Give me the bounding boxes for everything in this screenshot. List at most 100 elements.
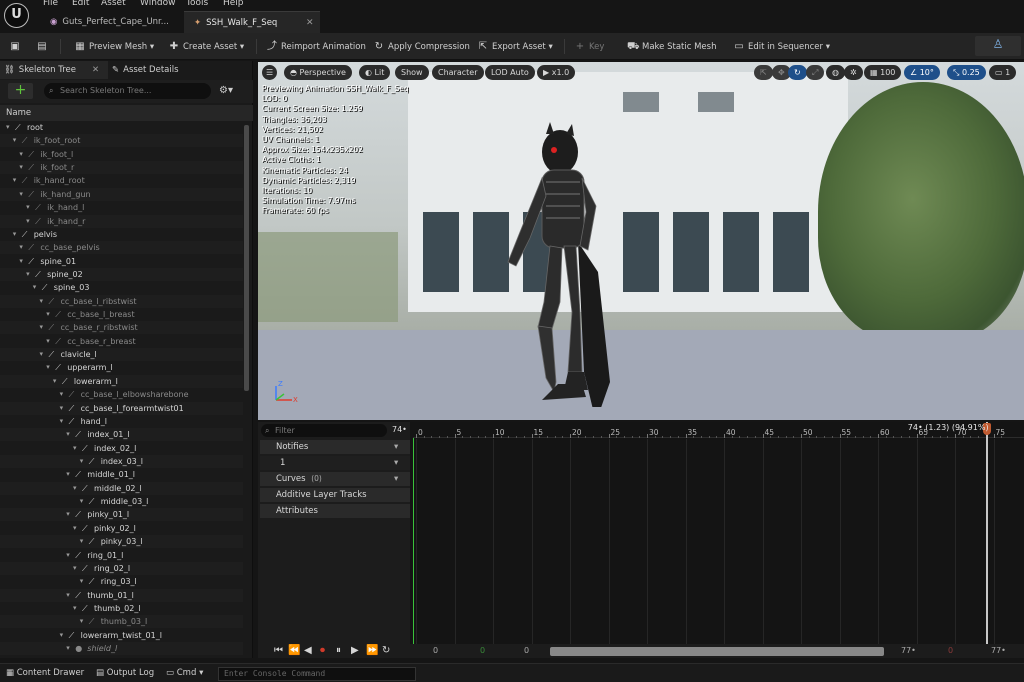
- tab-cape-mesh[interactable]: ◉ Guts_Perfect_Cape_Unr...: [40, 11, 180, 33]
- expand-arrow-icon[interactable]: ▾: [13, 228, 17, 241]
- menu-window[interactable]: Window: [140, 0, 176, 8]
- expand-arrow-icon[interactable]: ▾: [73, 522, 77, 535]
- expand-arrow-icon[interactable]: ▾: [6, 121, 10, 134]
- apply-compression-button[interactable]: ↻ Apply Compression: [373, 38, 470, 55]
- expand-arrow-icon[interactable]: ▾: [73, 482, 77, 495]
- playback-speed-button[interactable]: ▶ x1.0: [537, 65, 576, 80]
- bone-row[interactable]: ▾ ⟋ thumb_02_l: [0, 602, 243, 615]
- playback-end-field[interactable]: 0: [948, 646, 953, 655]
- expand-arrow-icon[interactable]: ▾: [80, 495, 84, 508]
- expand-arrow-icon[interactable]: ▾: [66, 549, 70, 562]
- reimport-animation-button[interactable]: ⤴ Reimport Animation: [266, 38, 366, 55]
- curves-track[interactable]: Curves (0) ▾: [260, 472, 410, 486]
- surface-snap-button[interactable]: ✲: [844, 65, 863, 80]
- expand-arrow-icon[interactable]: ▾: [80, 575, 84, 588]
- bone-row[interactable]: ▾ ⟋ cc_base_l_ribstwist: [0, 294, 243, 308]
- bone-row[interactable]: ▾ ⟋ index_02_l: [0, 442, 243, 455]
- expand-arrow-icon[interactable]: ▾: [73, 602, 77, 615]
- expand-arrow-icon[interactable]: ▾: [60, 629, 64, 642]
- settings-gear-icon[interactable]: ⚙▾: [219, 85, 233, 96]
- expand-arrow-icon[interactable]: ▾: [66, 508, 70, 521]
- close-icon[interactable]: ✕: [306, 12, 314, 34]
- lit-button[interactable]: ◐ Lit: [359, 65, 391, 80]
- browse-button[interactable]: ▤: [36, 38, 51, 55]
- range-scrollbar[interactable]: [550, 647, 884, 656]
- bone-row[interactable]: ▾ ⟋ cc_base_l_breast: [0, 308, 243, 321]
- expand-arrow-icon[interactable]: ▾: [19, 188, 23, 201]
- menu-edit[interactable]: Edit: [72, 0, 89, 8]
- expand-arrow-icon[interactable]: ▾: [40, 348, 44, 361]
- bone-row[interactable]: ▾ ⟋ ring_01_l: [0, 549, 243, 562]
- expand-arrow-icon[interactable]: ▾: [19, 255, 23, 268]
- expand-arrow-icon[interactable]: ▾: [46, 335, 50, 348]
- bone-row[interactable]: ▾ ⟋ cc_base_r_breast: [0, 335, 243, 348]
- scale-mode-button[interactable]: ⤢: [806, 65, 825, 80]
- expand-arrow-icon[interactable]: ▾: [33, 281, 37, 294]
- expand-arrow-icon[interactable]: ▾: [80, 615, 84, 628]
- rotate-mode-button[interactable]: ↻: [788, 65, 807, 80]
- skeleton-search-input[interactable]: ⌕ Search Skeleton Tree...: [44, 83, 211, 99]
- playback-start-field[interactable]: 0: [480, 646, 485, 655]
- expand-arrow-icon[interactable]: ▾: [13, 134, 17, 147]
- console-input[interactable]: Enter Console Command: [218, 667, 416, 681]
- expand-arrow-icon[interactable]: ▾: [66, 642, 70, 655]
- expand-arrow-icon[interactable]: ▾: [66, 468, 70, 481]
- expand-arrow-icon[interactable]: ▾: [40, 295, 44, 308]
- edit-in-sequencer-button[interactable]: ▭ Edit in Sequencer ▾: [733, 38, 830, 55]
- expand-arrow-icon[interactable]: ▾: [73, 562, 77, 575]
- rotation-snap-button[interactable]: ∠ 10°: [904, 65, 940, 80]
- bone-row[interactable]: ▾ ⟋ middle_01_l: [0, 468, 243, 481]
- character-button[interactable]: Character: [432, 65, 484, 80]
- export-asset-button[interactable]: ⇱ Export Asset ▾: [477, 38, 553, 55]
- close-icon[interactable]: ✕: [92, 61, 99, 79]
- view-start-field[interactable]: 0: [524, 646, 529, 655]
- expand-arrow-icon[interactable]: ▾: [40, 321, 44, 334]
- select-mode-button[interactable]: ⇱: [754, 65, 773, 80]
- bone-row[interactable]: ▾ ⟋ middle_02_l: [0, 481, 243, 495]
- bone-row[interactable]: ▾ ⟋ ik_hand_r: [0, 214, 243, 228]
- bone-row[interactable]: ▾ ⟋ pinky_03_l: [0, 535, 243, 549]
- notify-track-1[interactable]: 1 ▾: [260, 456, 410, 470]
- bone-row[interactable]: ▾ ⟋ root: [0, 121, 243, 134]
- track-filter-input[interactable]: ⌕ Filter: [261, 424, 387, 437]
- bone-row[interactable]: ▾ ⟋ spine_02: [0, 267, 243, 281]
- step-forward-icon[interactable]: ⏩: [366, 645, 378, 656]
- menu-tools[interactable]: Tools: [186, 0, 208, 8]
- preview-mesh-button[interactable]: ▦ Preview Mesh ▾: [74, 38, 154, 55]
- range-end-field[interactable]: 77•: [991, 646, 1006, 655]
- additive-layer-tracks[interactable]: Additive Layer Tracks: [260, 488, 410, 502]
- bone-row[interactable]: ▾ ⟋ thumb_01_l: [0, 588, 243, 602]
- menu-file[interactable]: File: [43, 0, 58, 8]
- show-button[interactable]: Show: [395, 65, 429, 80]
- world-local-button[interactable]: ◍: [826, 65, 845, 80]
- content-drawer-button[interactable]: ▦ Content Drawer: [6, 668, 84, 678]
- dropdown-arrow-icon[interactable]: ▾: [394, 472, 398, 486]
- cmd-button[interactable]: ▭ Cmd ▾: [166, 668, 203, 678]
- menu-help[interactable]: Help: [223, 0, 244, 8]
- expand-arrow-icon[interactable]: ▾: [19, 148, 23, 161]
- range-start-field[interactable]: 0: [433, 646, 438, 655]
- camera-speed-button[interactable]: ▭ 1: [989, 65, 1017, 80]
- expand-arrow-icon[interactable]: ▾: [80, 455, 84, 468]
- skip-to-start-icon[interactable]: ⏮: [274, 645, 283, 656]
- bone-row[interactable]: ▾ ⟋ ring_02_l: [0, 561, 243, 575]
- expand-arrow-icon[interactable]: ▾: [26, 268, 30, 281]
- add-socket-button[interactable]: +: [8, 83, 33, 99]
- bone-row[interactable]: ▾ ⟋ hand_l: [0, 415, 243, 428]
- pause-icon[interactable]: ⏸: [336, 645, 341, 656]
- bone-row[interactable]: ▾ ⟋ ik_hand_gun: [0, 187, 243, 201]
- output-log-button[interactable]: ▤ Output Log: [96, 668, 154, 678]
- expand-arrow-icon[interactable]: ▾: [66, 428, 70, 441]
- dropdown-arrow-icon[interactable]: ▾: [394, 440, 398, 454]
- tab-skeleton-tree[interactable]: ⛓ Skeleton Tree ✕: [0, 61, 108, 79]
- bone-row[interactable]: ▾ ⟋ ring_03_l: [0, 575, 243, 588]
- animation-viewport[interactable]: ☰ ◓ Perspective ◐ Lit Show Character LOD…: [258, 62, 1024, 420]
- expand-arrow-icon[interactable]: ▾: [80, 535, 84, 548]
- bone-row[interactable]: ▾ ⟋ lowerarm_twist_01_l: [0, 629, 243, 642]
- dropdown-arrow-icon[interactable]: ▾: [394, 456, 398, 470]
- record-icon[interactable]: ⏺: [320, 645, 325, 656]
- grid-snap-button[interactable]: ▦ 100: [864, 65, 902, 80]
- expand-arrow-icon[interactable]: ▾: [60, 388, 64, 401]
- bone-row[interactable]: ▾ ⟋ pinky_02_l: [0, 522, 243, 535]
- perspective-button[interactable]: ◓ Perspective: [284, 65, 352, 80]
